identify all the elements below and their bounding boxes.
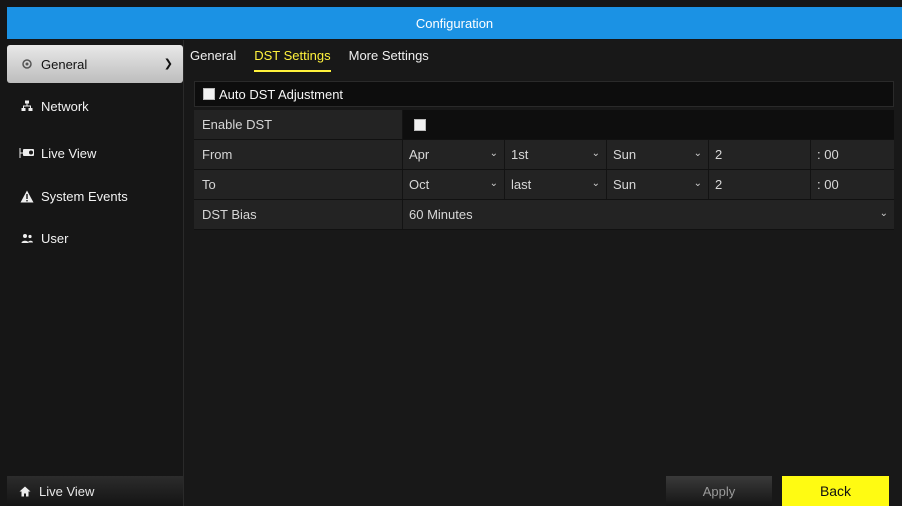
to-minute-value: : 00 <box>817 177 839 192</box>
chevron-down-icon: ⌄ <box>591 148 600 159</box>
to-week-select[interactable]: last ⌄ <box>504 170 606 199</box>
chevron-down-icon: ⌄ <box>489 148 498 159</box>
from-label: From <box>194 140 402 169</box>
auto-dst-label: Auto DST Adjustment <box>219 86 344 102</box>
from-month-select[interactable]: Apr ⌄ <box>402 140 504 169</box>
camera-icon <box>19 145 35 161</box>
dst-form: Enable DST From Apr ⌄ 1st ⌄ Sun ⌄ 2: 00… <box>194 110 894 230</box>
sidebar-live-view-button[interactable]: Live View <box>7 476 183 506</box>
from-month-value: Apr <box>409 147 430 162</box>
tab-dst-settings[interactable]: DST Settings <box>254 48 331 72</box>
title-bar: Configuration <box>7 7 902 39</box>
sidebar-item-label: User <box>41 230 69 246</box>
chevron-down-icon: ⌄ <box>693 178 702 189</box>
sidebar-item-label: Live View <box>41 145 97 161</box>
from-day-select[interactable]: Sun ⌄ <box>606 140 708 169</box>
sidebar-item-label: Network <box>41 98 89 114</box>
to-minute-field[interactable]: : 00 <box>810 170 894 199</box>
dst-bias-value: 60 Minutes <box>409 207 473 222</box>
to-hour-field[interactable]: 2 <box>708 170 810 199</box>
sidebar: General ❯ Network Live View System Event… <box>7 40 184 506</box>
chevron-down-icon: ⌄ <box>489 178 498 189</box>
auto-dst-checkbox[interactable] <box>203 88 215 100</box>
network-icon <box>19 98 35 114</box>
back-button[interactable]: Back <box>782 476 889 506</box>
chevron-down-icon: ⌄ <box>591 178 600 189</box>
gear-icon <box>19 56 35 72</box>
warning-icon <box>19 188 35 204</box>
from-hour-field[interactable]: 2 <box>708 140 810 169</box>
to-month-value: Oct <box>409 177 430 192</box>
users-icon <box>19 230 35 246</box>
from-minute-field[interactable]: : 00 <box>810 140 894 169</box>
tab-general[interactable]: General <box>190 48 236 72</box>
dst-bias-row: DST Bias 60 Minutes ⌄ <box>194 200 894 230</box>
config-window: Configuration General ❯ Network Live Vie… <box>0 0 902 506</box>
sidebar-item-live-view[interactable]: Live View <box>7 134 183 172</box>
dst-bias-label: DST Bias <box>194 200 402 229</box>
from-minute-value: : 00 <box>817 147 839 162</box>
auto-dst-row: Auto DST Adjustment <box>194 81 894 107</box>
from-row: From Apr ⌄ 1st ⌄ Sun ⌄ 2 : 00 <box>194 140 894 170</box>
sidebar-item-general[interactable]: General ❯ <box>7 45 183 83</box>
to-week-value: last <box>511 177 532 192</box>
from-week-value: 1st <box>511 147 529 162</box>
to-row: To Oct ⌄ last ⌄ Sun ⌄ 2 : 00 <box>194 170 894 200</box>
tab-more-settings[interactable]: More Settings <box>349 48 429 72</box>
window-title: Configuration <box>415 15 494 31</box>
to-month-select[interactable]: Oct ⌄ <box>402 170 504 199</box>
to-label: To <box>194 170 402 199</box>
to-day-select[interactable]: Sun ⌄ <box>606 170 708 199</box>
from-hour-value: 2 <box>715 147 723 162</box>
sidebar-item-label: General <box>41 56 88 72</box>
sidebar-item-network[interactable]: Network <box>7 87 183 125</box>
chevron-right-icon: ❯ <box>163 58 173 70</box>
sidebar-item-user[interactable]: User <box>7 219 183 257</box>
sidebar-item-system-events[interactable]: System Events <box>7 177 183 215</box>
chevron-down-icon: ⌄ <box>879 208 888 219</box>
tab-bar: General DST Settings More Settings <box>190 48 429 72</box>
sidebar-item-label: System Events <box>41 188 128 204</box>
to-day-value: Sun <box>613 177 637 192</box>
enable-dst-checkbox[interactable] <box>414 118 426 131</box>
from-week-select[interactable]: 1st ⌄ <box>504 140 606 169</box>
enable-dst-cell <box>402 110 894 139</box>
enable-dst-row: Enable DST <box>194 110 894 140</box>
sidebar-bottom-label: Live View <box>39 483 95 499</box>
home-icon <box>19 486 31 497</box>
from-day-value: Sun <box>613 147 637 162</box>
to-hour-value: 2 <box>715 177 723 192</box>
enable-dst-label: Enable DST <box>194 110 402 139</box>
chevron-down-icon: ⌄ <box>693 148 702 159</box>
main-panel: General DST Settings More Settings Auto … <box>184 40 902 506</box>
dst-bias-select[interactable]: 60 Minutes ⌄ <box>402 200 894 229</box>
apply-button[interactable]: Apply <box>666 476 772 506</box>
